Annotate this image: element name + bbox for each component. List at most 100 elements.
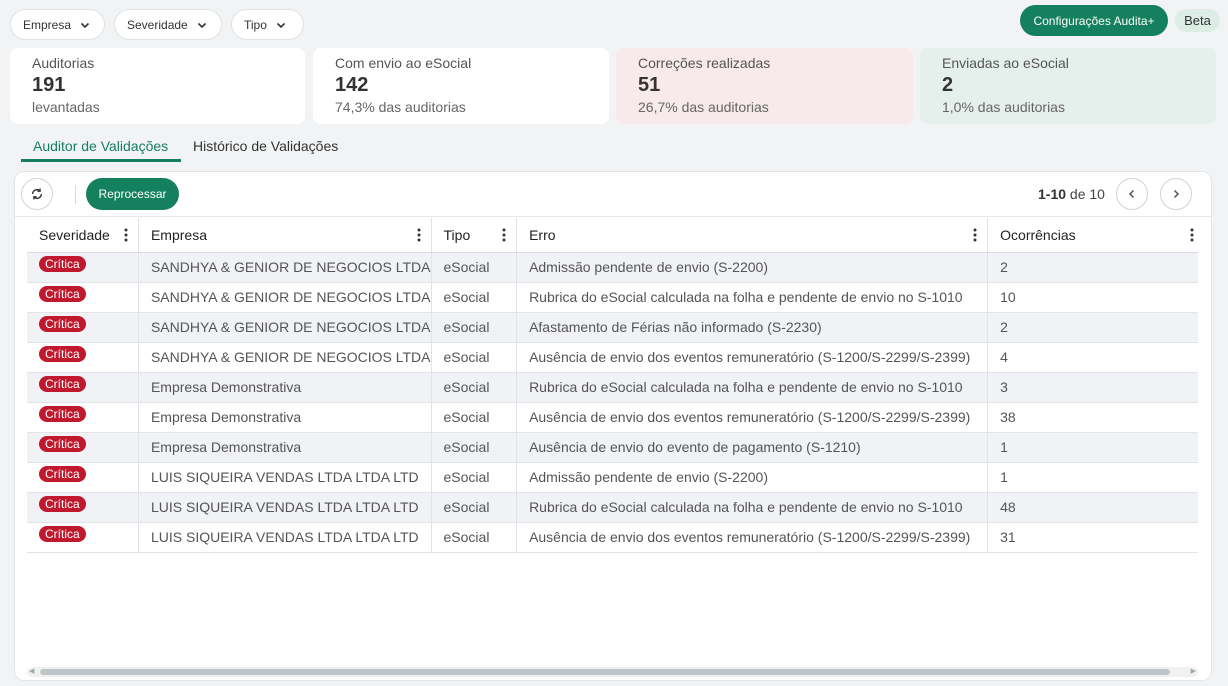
column-header-erro[interactable]: Erro <box>516 218 989 253</box>
severity-cell: Crítica <box>27 282 139 313</box>
company-cell: LUIS SIQUEIRA VENDAS LTDA LTDA LTD <box>138 462 432 493</box>
error-cell: Rubrica do eSocial calculada na folha e … <box>516 372 989 403</box>
type-cell: eSocial <box>431 522 518 553</box>
severity-cell: Crítica <box>27 342 139 373</box>
table-row[interactable]: Crítica Empresa Demonstrativa eSocial Ausên… <box>27 432 1198 463</box>
table-row[interactable]: Crítica LUIS SIQUEIRA VENDAS LTDA LTDA LT… <box>27 492 1198 523</box>
company-cell: SANDHYA & GENIOR DE NEGOCIOS LTDA <box>138 282 432 313</box>
validations-table: Severidade Empresa Tipo Erro Ocorrências… <box>27 218 1198 553</box>
error-cell: Admissão pendente de envio (S-2200) <box>516 252 989 283</box>
table-row[interactable]: Crítica SANDHYA & GENIOR DE NEGOCIOS LTDA… <box>27 252 1198 283</box>
occurrences-cell: 48 <box>987 492 1198 523</box>
tab-auditor-validacoes[interactable]: Auditor de Validações <box>33 138 168 154</box>
type-cell: eSocial <box>431 342 518 373</box>
error-cell: Rubrica do eSocial calculada na folha e … <box>516 282 989 313</box>
stat-label: Auditorias <box>32 55 95 71</box>
refresh-button[interactable] <box>21 178 53 210</box>
more-vert-icon[interactable] <box>973 228 977 242</box>
more-vert-icon[interactable] <box>502 228 506 242</box>
more-vert-icon[interactable] <box>1190 228 1194 242</box>
occurrences-cell: 38 <box>987 402 1198 433</box>
active-tab-indicator <box>21 159 181 162</box>
severity-cell: Crítica <box>27 372 139 403</box>
company-cell: SANDHYA & GENIOR DE NEGOCIOS LTDA <box>138 252 432 283</box>
severity-cell: Crítica <box>27 312 139 343</box>
column-label: Erro <box>529 226 556 243</box>
chevron-down-icon <box>194 17 210 33</box>
type-cell: eSocial <box>431 252 518 283</box>
toolbar-divider <box>14 216 1212 217</box>
column-label: Severidade <box>39 226 110 243</box>
stat-card-auditorias: Auditorias 191 levantadas <box>10 48 305 124</box>
table-row[interactable]: Crítica Empresa Demonstrativa eSocial Ausên… <box>27 402 1198 433</box>
stat-card-correcoes: Correções realizadas 51 26,7% das audito… <box>616 48 913 124</box>
severity-badge: Crítica <box>39 376 86 393</box>
scroll-right-icon[interactable]: ▶ <box>1191 668 1196 676</box>
severity-cell: Crítica <box>27 402 139 433</box>
company-cell: Empresa Demonstrativa <box>138 432 432 463</box>
occurrences-cell: 10 <box>987 282 1198 313</box>
company-cell: Empresa Demonstrativa <box>138 372 432 403</box>
severity-cell: Crítica <box>27 462 139 493</box>
column-header-severidade[interactable]: Severidade <box>27 218 139 253</box>
error-cell: Ausência de envio dos eventos remunerató… <box>516 522 989 553</box>
error-cell: Ausência de envio dos eventos remunerató… <box>516 402 989 433</box>
toolbar-separator <box>75 185 76 204</box>
occurrences-cell: 4 <box>987 342 1198 373</box>
company-cell: LUIS SIQUEIRA VENDAS LTDA LTDA LTD <box>138 492 432 523</box>
table-row[interactable]: Crítica SANDHYA & GENIOR DE NEGOCIOS LTDA… <box>27 312 1198 343</box>
severity-badge: Crítica <box>39 496 86 513</box>
stat-value: 191 <box>32 74 66 96</box>
severity-badge: Crítica <box>39 466 86 483</box>
config-audita-button[interactable]: Configurações Audita+ <box>1020 5 1168 36</box>
error-cell: Ausência de envio dos eventos remunerató… <box>516 342 989 373</box>
pagination-info: 1-10 de 10 <box>1038 186 1105 202</box>
more-vert-icon[interactable] <box>417 228 421 242</box>
company-cell: LUIS SIQUEIRA VENDAS LTDA LTDA LTD <box>138 522 432 553</box>
tab-historico-validacoes[interactable]: Histórico de Validações <box>193 138 338 154</box>
stat-card-envio-esocial: Com envio ao eSocial 142 74,3% das audit… <box>313 48 609 124</box>
occurrences-cell: 2 <box>987 312 1198 343</box>
stat-value: 2 <box>942 74 954 96</box>
stat-value: 142 <box>335 74 369 96</box>
company-cell: SANDHYA & GENIOR DE NEGOCIOS LTDA <box>138 312 432 343</box>
error-cell: Rubrica do eSocial calculada na folha e … <box>516 492 989 523</box>
horizontal-scrollbar[interactable]: ◀ ▶ <box>27 667 1198 677</box>
severity-badge: Crítica <box>39 256 86 273</box>
filter-tipo-label: Tipo <box>244 17 267 32</box>
stat-sub: 26,7% das auditorias <box>638 99 769 115</box>
more-vert-icon[interactable] <box>124 228 128 242</box>
severity-badge: Crítica <box>39 346 86 363</box>
stat-sub: 74,3% das auditorias <box>335 99 466 115</box>
occurrences-cell: 1 <box>987 432 1198 463</box>
table-row[interactable]: Crítica SANDHYA & GENIOR DE NEGOCIOS LTDA… <box>27 282 1198 313</box>
occurrences-cell: 1 <box>987 462 1198 493</box>
scroll-left-icon[interactable]: ◀ <box>29 668 34 676</box>
stat-label: Correções realizadas <box>638 55 771 71</box>
stat-sub: levantadas <box>32 99 100 115</box>
column-label: Ocorrências <box>1000 226 1076 243</box>
table-row[interactable]: Crítica LUIS SIQUEIRA VENDAS LTDA LTDA LT… <box>27 522 1198 553</box>
severity-cell: Crítica <box>27 522 139 553</box>
severity-badge: Crítica <box>39 316 86 333</box>
filter-empresa[interactable]: Empresa <box>10 9 105 40</box>
filter-tipo[interactable]: Tipo <box>231 9 304 40</box>
pagination-total: de 10 <box>1069 186 1105 202</box>
column-header-empresa[interactable]: Empresa <box>138 218 432 253</box>
filter-empresa-label: Empresa <box>23 17 72 32</box>
scrollbar-thumb[interactable] <box>40 669 1170 675</box>
reprocess-button[interactable]: Reprocessar <box>86 178 179 210</box>
filter-severidade[interactable]: Severidade <box>114 9 222 40</box>
error-cell: Admissão pendente de envio (S-2200) <box>516 462 989 493</box>
chevron-down-icon <box>273 17 289 33</box>
prev-page-button[interactable] <box>1116 178 1148 210</box>
next-page-button[interactable] <box>1160 178 1192 210</box>
column-header-ocorrencias[interactable]: Ocorrências <box>987 218 1198 253</box>
chevron-right-icon <box>1169 187 1183 201</box>
table-row[interactable]: Crítica LUIS SIQUEIRA VENDAS LTDA LTDA LT… <box>27 462 1198 493</box>
occurrences-cell: 31 <box>987 522 1198 553</box>
column-header-tipo[interactable]: Tipo <box>431 218 518 253</box>
pagination-range: 1-10 <box>1038 186 1067 202</box>
table-row[interactable]: Crítica Empresa Demonstrativa eSocial Rubri… <box>27 372 1198 403</box>
table-row[interactable]: Crítica SANDHYA & GENIOR DE NEGOCIOS LTDA… <box>27 342 1198 373</box>
